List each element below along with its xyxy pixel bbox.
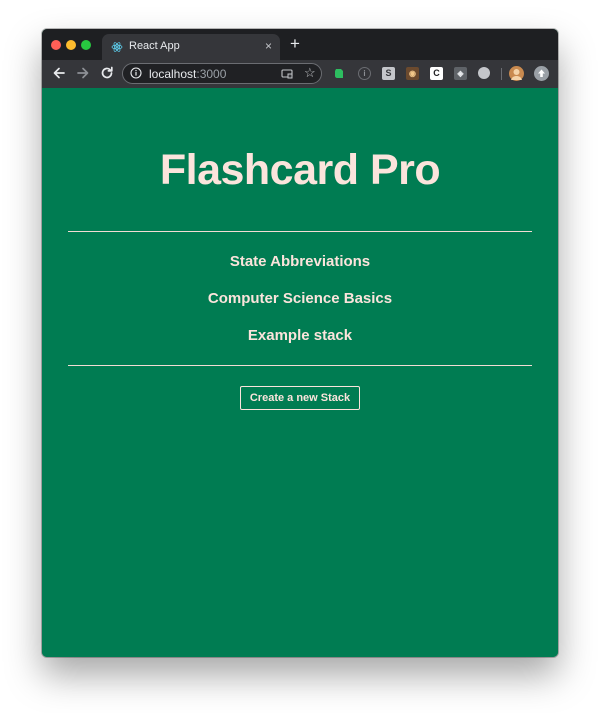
stack-link-computer-science-basics[interactable]: Computer Science Basics — [42, 290, 558, 307]
close-window-button[interactable] — [51, 40, 61, 50]
maximize-window-button[interactable] — [81, 40, 91, 50]
c-extension-icon[interactable]: C — [430, 67, 443, 80]
divider-bottom — [68, 365, 532, 366]
shield-extension-icon[interactable]: ◈ — [454, 67, 467, 80]
browser-window: React App × + localhost:3000 ☆ i S ◉ C ◈… — [42, 29, 558, 657]
address-bar[interactable]: localhost:3000 ☆ — [122, 63, 322, 84]
stack-link-state-abbreviations[interactable]: State Abbreviations — [42, 253, 558, 270]
browser-tab-bar: React App × + — [42, 29, 558, 60]
toolbar-separator — [501, 68, 502, 80]
url-port: :3000 — [196, 67, 227, 81]
divider-top — [68, 231, 532, 232]
circle-extension-icon[interactable] — [478, 67, 490, 79]
evernote-icon[interactable] — [333, 67, 346, 80]
honey-extension-icon[interactable]: ◉ — [406, 67, 419, 80]
browser-toolbar: localhost:3000 ☆ i S ◉ C ◈ — [42, 60, 558, 88]
cast-icon[interactable] — [281, 68, 293, 80]
s-extension-icon[interactable]: S — [382, 67, 395, 80]
profile-avatar[interactable] — [509, 66, 524, 81]
page-title: Flashcard Pro — [159, 146, 441, 194]
info-extension-icon[interactable]: i — [358, 67, 371, 80]
back-arrow-icon[interactable] — [51, 65, 67, 81]
stack-link-example-stack[interactable]: Example stack — [42, 327, 558, 344]
page-content: Flashcard Pro State Abbreviations Comput… — [42, 88, 558, 657]
reload-icon[interactable] — [99, 65, 115, 81]
url-text: localhost:3000 — [149, 67, 226, 81]
react-logo-icon — [111, 42, 123, 52]
minimize-window-button[interactable] — [66, 40, 76, 50]
create-stack-button[interactable]: Create a new Stack — [240, 386, 360, 410]
browser-tab-active[interactable]: React App × — [102, 34, 280, 60]
site-info-icon[interactable] — [130, 67, 142, 79]
url-host: localhost — [149, 67, 197, 81]
update-arrow-icon[interactable] — [534, 66, 549, 81]
tab-title: React App — [129, 40, 180, 52]
new-tab-button[interactable]: + — [290, 35, 300, 53]
tab-close-icon[interactable]: × — [265, 39, 272, 53]
forward-arrow-icon[interactable] — [75, 65, 91, 81]
bookmark-star-icon[interactable]: ☆ — [304, 66, 316, 80]
